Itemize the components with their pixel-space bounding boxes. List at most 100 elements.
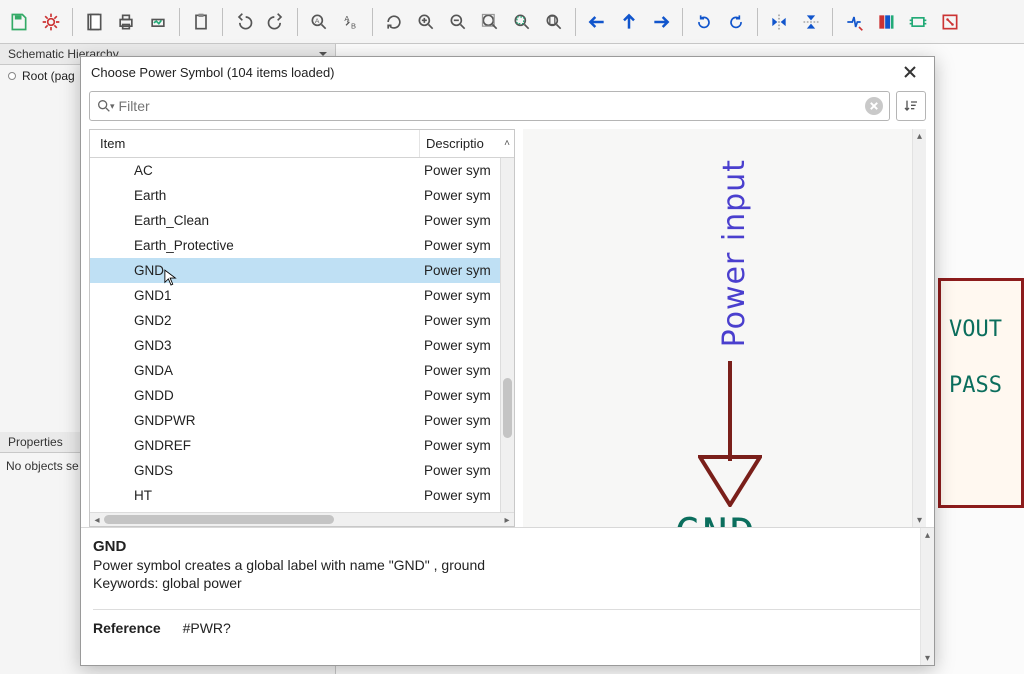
clear-icon	[870, 102, 878, 110]
hierarchy-root-label: Root (pag	[22, 69, 75, 83]
preview-vertical-scrollbar[interactable]: ▴ ▾	[912, 129, 926, 527]
footprint-button[interactable]	[903, 7, 933, 37]
symbol-row-ac[interactable]: ACPower sym	[90, 158, 514, 183]
redo-button[interactable]	[261, 7, 291, 37]
symbol-name: HT	[90, 488, 420, 503]
rotate-cw-icon	[726, 12, 746, 32]
zoom-selection-button[interactable]	[507, 7, 537, 37]
main-toolbar: A AB	[0, 0, 1024, 44]
toolbar-separator	[297, 8, 298, 36]
save-icon	[9, 12, 29, 32]
toolbar-separator	[72, 8, 73, 36]
symbol-name: GND3	[90, 338, 420, 353]
zoom-in-icon	[416, 12, 436, 32]
scroll-down-icon[interactable]: ▾	[921, 651, 934, 665]
symbol-name: GNDREF	[90, 438, 420, 453]
zoom-in-button[interactable]	[411, 7, 441, 37]
scroll-up-icon[interactable]: ▴	[913, 129, 926, 143]
symbol-row-gnd3[interactable]: GND3Power sym	[90, 333, 514, 358]
detail-vertical-scrollbar[interactable]: ▴ ▾	[920, 528, 934, 665]
arrow-left-button[interactable]	[582, 7, 612, 37]
symbol-row-ht[interactable]: HTPower sym	[90, 483, 514, 508]
filter-input[interactable]	[119, 98, 865, 114]
scroll-left-icon[interactable]: ◂	[90, 513, 104, 526]
close-icon	[904, 66, 916, 78]
list-vertical-thumb[interactable]	[503, 378, 512, 438]
symbol-editor-icon	[844, 12, 864, 32]
redo-icon	[266, 12, 286, 32]
list-horizontal-thumb[interactable]	[104, 515, 334, 524]
arrow-right-button[interactable]	[646, 7, 676, 37]
mirror-v-icon	[801, 12, 821, 32]
list-vertical-scrollbar[interactable]	[500, 158, 514, 512]
arrow-up-button[interactable]	[614, 7, 644, 37]
column-header-description[interactable]: Descriptio ˄	[420, 130, 514, 157]
zoom-page-button[interactable]	[539, 7, 569, 37]
filter-input-wrap[interactable]: ▾	[89, 91, 890, 121]
settings-icon	[41, 12, 61, 32]
print-button[interactable]	[111, 7, 141, 37]
zoom-out-button[interactable]	[443, 7, 473, 37]
undo-button[interactable]	[229, 7, 259, 37]
symbol-row-gnd[interactable]: GNDPower sym	[90, 258, 514, 283]
symbol-name: GNDS	[90, 463, 420, 478]
list-horizontal-scrollbar[interactable]: ◂ ▸	[90, 512, 514, 526]
page-icon	[84, 12, 104, 32]
symbol-row-gnda[interactable]: GNDAPower sym	[90, 358, 514, 383]
symbol-preview[interactable]: Power input GND ▴ ▾	[523, 129, 926, 527]
plot-icon	[148, 12, 168, 32]
rotate-ccw-icon	[694, 12, 714, 32]
settings-button[interactable]	[36, 7, 66, 37]
find-button[interactable]: A	[304, 7, 334, 37]
arrow-left-icon	[587, 12, 607, 32]
dialog-title-text: Choose Power Symbol (104 items loaded)	[91, 65, 335, 80]
dialog-titlebar[interactable]: Choose Power Symbol (104 items loaded)	[81, 57, 934, 87]
symbol-name: GND2	[90, 313, 420, 328]
scroll-up-icon[interactable]: ▴	[921, 528, 934, 542]
column-header-item[interactable]: Item	[90, 130, 420, 157]
sort-button[interactable]	[896, 91, 926, 121]
sort-icon	[903, 98, 919, 114]
save-button[interactable]	[4, 7, 34, 37]
toolbar-separator	[832, 8, 833, 36]
filter-clear-button[interactable]	[865, 97, 883, 115]
symbol-row-earth[interactable]: EarthPower sym	[90, 183, 514, 208]
symbol-row-gnd2[interactable]: GND2Power sym	[90, 308, 514, 333]
rotate-cw-button[interactable]	[721, 7, 751, 37]
board-editor-button[interactable]	[935, 7, 965, 37]
symbol-name: GNDD	[90, 388, 420, 403]
mirror-v-button[interactable]	[796, 7, 826, 37]
symbol-editor-button[interactable]	[839, 7, 869, 37]
symbol-row-gndpwr[interactable]: GNDPWRPower sym	[90, 408, 514, 433]
symbol-name: GNDA	[90, 363, 420, 378]
mirror-h-button[interactable]	[764, 7, 794, 37]
library-browser-button[interactable]	[871, 7, 901, 37]
symbol-row-gnds[interactable]: GNDSPower sym	[90, 458, 514, 483]
scroll-right-icon[interactable]: ▸	[500, 513, 514, 526]
page-button[interactable]	[79, 7, 109, 37]
ic-outline: VOUT PASS	[938, 278, 1024, 508]
symbol-row-gnd1[interactable]: GND1Power sym	[90, 283, 514, 308]
arrow-right-icon	[651, 12, 671, 32]
refresh-icon	[384, 12, 404, 32]
refresh-button[interactable]	[379, 7, 409, 37]
replace-icon: AB	[341, 12, 361, 32]
plot-button[interactable]	[143, 7, 173, 37]
symbol-row-gndref[interactable]: GNDREFPower sym	[90, 433, 514, 458]
symbol-row-earth_clean[interactable]: Earth_CleanPower sym	[90, 208, 514, 233]
rotate-ccw-button[interactable]	[689, 7, 719, 37]
toolbar-separator	[682, 8, 683, 36]
undo-icon	[234, 12, 254, 32]
zoom-fit-button[interactable]	[475, 7, 505, 37]
mirror-h-icon	[769, 12, 789, 32]
arrow-up-icon	[619, 12, 639, 32]
symbol-name: Earth_Clean	[90, 213, 420, 228]
scroll-down-icon[interactable]: ▾	[913, 513, 926, 527]
replace-button[interactable]: AB	[336, 7, 366, 37]
dialog-close-button[interactable]	[896, 61, 924, 83]
paste-button[interactable]	[186, 7, 216, 37]
symbol-row-earth_protective[interactable]: Earth_ProtectivePower sym	[90, 233, 514, 258]
symbol-row-gndd[interactable]: GNDDPower sym	[90, 383, 514, 408]
filter-options-caret-icon[interactable]: ▾	[110, 101, 115, 112]
print-icon	[116, 12, 136, 32]
